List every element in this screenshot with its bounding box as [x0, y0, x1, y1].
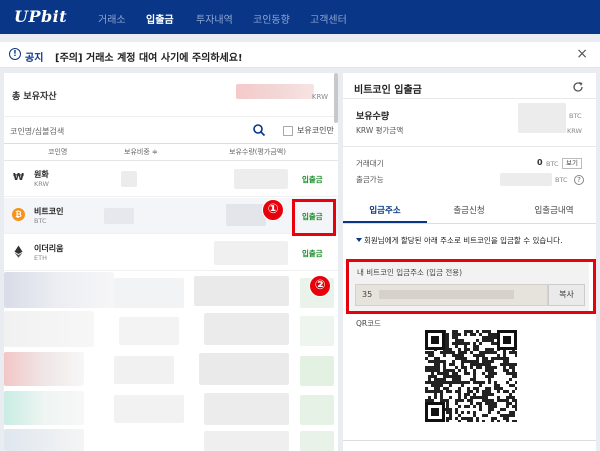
pending-label: 거래대기 — [356, 159, 384, 168]
view-pending-button[interactable]: 보기 — [562, 158, 582, 169]
amount-blurred — [234, 169, 288, 189]
tab-deposit-address[interactable]: 입금주소 — [343, 204, 427, 216]
holding-only-label[interactable]: 보유코인만 — [297, 125, 334, 136]
ratio-blurred — [104, 208, 134, 224]
active-tab-indicator — [343, 221, 427, 223]
holding-only-checkbox[interactable] — [283, 126, 293, 136]
coin-name: 비트코인 — [34, 207, 64, 216]
krw-eval-unit: KRW — [567, 127, 582, 135]
step-badge-2: ② — [309, 275, 331, 297]
withdrawable-unit: BTC — [555, 176, 568, 184]
search-icon[interactable] — [252, 123, 266, 137]
ratio-blurred — [121, 171, 137, 187]
withdrawable-label: 출금가능 — [356, 175, 384, 184]
coin-symbol: BTC — [34, 217, 47, 225]
pending-value: 0 — [537, 158, 543, 167]
holding-amount-unit: BTC — [569, 112, 582, 120]
highlight-box-deposit-button — [292, 199, 336, 236]
qr-code-label: QR코드 — [356, 319, 381, 328]
asset-list-panel: 총 보유자산 KRW 보유코인만 코인명 보유비중 ≑ 보유수량(평가금액) ₩… — [4, 73, 338, 451]
holding-amount-label: 보유수량 — [356, 112, 390, 122]
coin-name: 이더리움 — [34, 244, 64, 253]
coin-symbol: ETH — [34, 254, 47, 262]
deposit-info-text: 회원님에게 할당된 아래 주소로 비트코인을 입금할 수 있습니다. — [364, 236, 563, 245]
divider — [343, 146, 596, 147]
coin-row-btc[interactable]: ₿ 비트코인 BTC 입출금 — [4, 198, 338, 234]
help-icon[interactable]: ? — [574, 175, 584, 185]
total-assets-unit: KRW — [311, 93, 328, 101]
col-header-ratio[interactable]: 보유비중 ≑ — [124, 147, 158, 157]
notice-alert-icon: ! — [9, 48, 21, 60]
panel-title: 비트코인 입출금 — [354, 85, 422, 96]
coin-row-krw[interactable]: ₩ 원화 KRW 입출금 — [4, 161, 338, 197]
col-header-amount[interactable]: 보유수량(평가금액) — [229, 147, 286, 157]
deposit-withdraw-button[interactable]: 입출금 — [302, 174, 323, 185]
tab-history[interactable]: 입출금내역 — [512, 204, 596, 216]
notice-text[interactable]: [주의] 거래소 계정 대여 사기에 주의하세요! — [55, 49, 243, 64]
nav-deposit-withdraw[interactable]: 입출금 — [146, 11, 174, 26]
nav-coin-trends[interactable]: 코인동향 — [253, 11, 290, 26]
pending-unit: BTC — [546, 160, 559, 168]
divider — [343, 223, 596, 224]
krw-eval-label: KRW 평가금액 — [356, 126, 404, 135]
coin-symbol: KRW — [34, 180, 49, 188]
col-header-coin[interactable]: 코인명 — [48, 147, 67, 157]
nav-exchange[interactable]: 거래소 — [98, 11, 126, 26]
coin-row-eth[interactable]: 이더리움 ETH 입출금 — [4, 235, 338, 271]
qr-code-image — [425, 330, 517, 422]
amount-blurred — [226, 204, 266, 226]
deposit-withdraw-button[interactable]: 입출금 — [302, 248, 323, 259]
scrollbar[interactable] — [334, 73, 338, 123]
caret-down-icon — [356, 238, 362, 242]
total-assets-value-blurred — [236, 84, 314, 99]
notice-label[interactable]: 공지 — [25, 49, 43, 64]
withdrawable-blurred — [500, 173, 552, 186]
coin-name: 원화 — [34, 170, 49, 179]
divider — [343, 440, 596, 441]
top-navigation: UPbit 거래소 입출금 투자내역 코인동향 고객센터 — [0, 0, 600, 34]
holding-amount-blurred — [518, 103, 566, 133]
highlight-box-deposit-address — [346, 259, 596, 314]
tab-withdraw-request[interactable]: 출금신청 — [427, 204, 511, 216]
step-badge-1: ① — [262, 199, 284, 221]
close-icon[interactable]: × — [576, 46, 588, 62]
refresh-icon[interactable] — [572, 81, 584, 93]
divider — [343, 98, 596, 99]
amount-blurred — [214, 241, 288, 265]
coin-search-input[interactable] — [10, 123, 270, 139]
search-row: 보유코인만 — [4, 116, 338, 144]
total-assets-label: 총 보유자산 — [12, 92, 57, 102]
nav-customer-center[interactable]: 고객센터 — [310, 11, 347, 26]
ethereum-icon — [14, 245, 23, 258]
nav-investment-history[interactable]: 투자내역 — [196, 11, 233, 26]
won-icon: ₩ — [12, 172, 25, 183]
notice-bar: ! 공지 [주의] 거래소 계정 대여 사기에 주의하세요! × — [0, 42, 600, 68]
upbit-logo[interactable]: UPbit — [14, 7, 67, 26]
bitcoin-icon: ₿ — [12, 208, 25, 221]
